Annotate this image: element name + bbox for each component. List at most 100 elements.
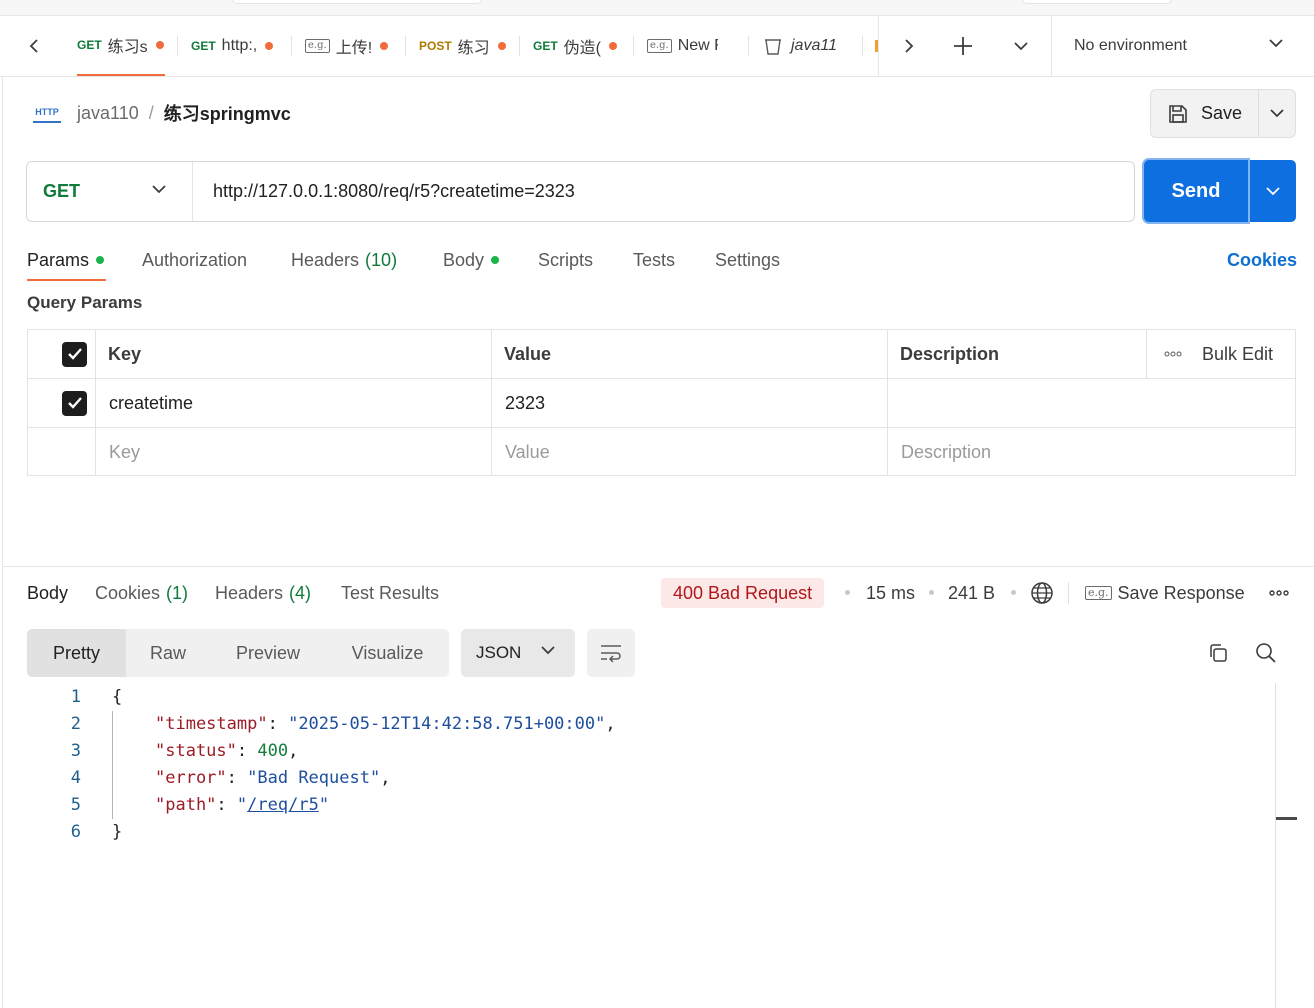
chevron-down-icon — [1269, 39, 1283, 48]
copy-button[interactable] — [1203, 638, 1233, 668]
view-visualize[interactable]: Visualize — [326, 629, 449, 677]
code-line: 5 "path": "/req/r5" — [27, 791, 1277, 818]
response-body-code[interactable]: 1 { 2 "timestamp": "2025-05-12T14:42:58.… — [27, 683, 1277, 845]
chevron-left-icon — [29, 39, 38, 53]
tab-count: (10) — [365, 249, 398, 270]
new-value-input[interactable]: Value — [493, 428, 550, 476]
tab-body[interactable]: Body — [443, 240, 500, 280]
tab-collection[interactable]: java11 — [763, 16, 863, 76]
response-time[interactable]: 15 ms — [866, 578, 915, 608]
url-input[interactable] — [213, 181, 1093, 202]
table-row-empty: Key Value Description — [28, 428, 1295, 476]
tab-post[interactable]: POST 练习 — [419, 16, 519, 76]
collection-icon — [765, 39, 781, 55]
tab-scroll-left-button[interactable] — [14, 16, 54, 76]
new-tab-button[interactable] — [943, 16, 983, 76]
bulk-edit-button[interactable]: Bulk Edit — [1190, 330, 1273, 378]
save-label: Save — [1200, 103, 1243, 123]
environment-selector[interactable]: No environment — [1051, 16, 1314, 76]
save-options-dropdown[interactable] — [1259, 90, 1295, 137]
code-line: 1 { — [27, 683, 1277, 710]
top-search-field[interactable] — [232, 0, 482, 4]
tab-scripts[interactable]: Scripts — [538, 240, 593, 280]
chevron-right-icon — [905, 39, 914, 53]
view-preview[interactable]: Preview — [210, 629, 326, 677]
tab-label: Headers — [291, 249, 360, 270]
tab-method: GET — [191, 39, 216, 53]
response-more-button[interactable] — [1264, 578, 1294, 608]
chevron-down-icon — [1270, 109, 1284, 118]
code-text: { — [112, 686, 123, 707]
vertical-scrollbar[interactable] — [1275, 683, 1276, 1008]
response-size[interactable]: 241 B — [948, 578, 995, 608]
tab-get-1[interactable]: GET 练习s — [77, 16, 165, 76]
send-options-dropdown[interactable] — [1250, 160, 1296, 222]
environment-label: No environment — [1074, 37, 1187, 54]
param-key-cell[interactable]: createtime — [97, 379, 193, 427]
view-pretty[interactable]: Pretty — [27, 629, 126, 677]
left-border — [2, 16, 3, 1008]
response-divider[interactable] — [3, 566, 1314, 567]
search-icon — [1256, 643, 1276, 663]
json-key: "status" — [155, 740, 237, 761]
checkbox-checked-icon — [62, 390, 87, 416]
code-line: 6 } — [27, 818, 1277, 845]
tab-headers[interactable]: Headers (10) — [291, 240, 397, 280]
response-tab-test-results[interactable]: Test Results — [341, 576, 439, 610]
active-tab-indicator — [27, 279, 106, 281]
new-key-input[interactable]: Key — [97, 428, 140, 476]
globe-icon — [1031, 582, 1053, 604]
response-tab-cookies[interactable]: Cookies (1) — [95, 576, 188, 610]
tab-params[interactable]: Params — [27, 240, 105, 280]
tab-get-3[interactable]: GET 伪造( — [533, 16, 633, 76]
view-raw[interactable]: Raw — [126, 629, 210, 677]
format-selector[interactable]: JSON — [461, 629, 575, 677]
chevron-down-icon — [152, 185, 166, 194]
method-selector[interactable]: GET — [27, 162, 193, 221]
save-response-button[interactable]: e.g. Save Response — [1085, 578, 1245, 608]
tab-settings[interactable]: Settings — [715, 240, 780, 280]
tab-authorization[interactable]: Authorization — [142, 240, 247, 280]
breadcrumb-collection[interactable]: java110 — [77, 103, 139, 124]
more-options-button[interactable] — [1152, 330, 1182, 378]
tab-label: Settings — [715, 249, 781, 270]
tab-title: http:, — [221, 37, 258, 54]
save-button[interactable]: Save — [1151, 90, 1259, 137]
code-line: 3 "status": 400, — [27, 737, 1277, 764]
select-all-checkbox[interactable] — [50, 330, 87, 378]
response-tab-body[interactable]: Body — [27, 576, 68, 610]
response-tab-headers[interactable]: Headers (4) — [215, 576, 311, 610]
line-number: 4 — [70, 767, 81, 788]
tab-label: Authorization — [142, 249, 248, 270]
status-badge[interactable]: 400 Bad Request — [661, 578, 825, 608]
tab-title: 练习 — [457, 40, 490, 57]
network-info-button[interactable] — [1027, 578, 1057, 608]
param-value-cell[interactable]: 2323 — [493, 379, 545, 427]
top-right-control[interactable] — [1022, 0, 1172, 4]
breadcrumb-separator: / — [148, 102, 154, 123]
wrap-lines-button[interactable] — [587, 629, 635, 677]
tab-get-2[interactable]: GET http:, — [191, 16, 287, 76]
query-params-title: Query Params — [27, 293, 143, 312]
json-link[interactable]: /req/r5 — [247, 795, 319, 815]
tab-example-upload[interactable]: e.g. 上传! — [305, 16, 405, 76]
request-name[interactable]: 练习springmvc — [164, 100, 291, 126]
json-key: "timestamp" — [155, 713, 268, 734]
send-button[interactable]: Send — [1144, 160, 1248, 222]
column-header-key: Key — [108, 343, 142, 364]
tab-list-dropdown[interactable] — [1001, 16, 1041, 76]
tab-scroll-right-button[interactable] — [889, 16, 929, 76]
new-description-input[interactable]: Description — [889, 428, 991, 476]
query-params-table: Key Value Description Bulk Edit createti… — [27, 329, 1296, 476]
cookies-link[interactable]: Cookies — [1227, 240, 1297, 280]
tab-example-new[interactable]: e.g. New F — [647, 16, 739, 76]
search-button[interactable] — [1251, 638, 1281, 668]
response-view-toggle: Pretty Raw Preview Visualize — [27, 629, 449, 677]
tab-tests[interactable]: Tests — [633, 240, 675, 280]
row-checkbox[interactable] — [50, 379, 87, 427]
chevron-down-icon — [1014, 42, 1028, 51]
more-horizontal-icon — [1269, 590, 1289, 596]
line-number: 2 — [70, 713, 81, 734]
chevron-down-icon — [541, 646, 555, 655]
param-description-cell[interactable] — [889, 379, 1289, 427]
